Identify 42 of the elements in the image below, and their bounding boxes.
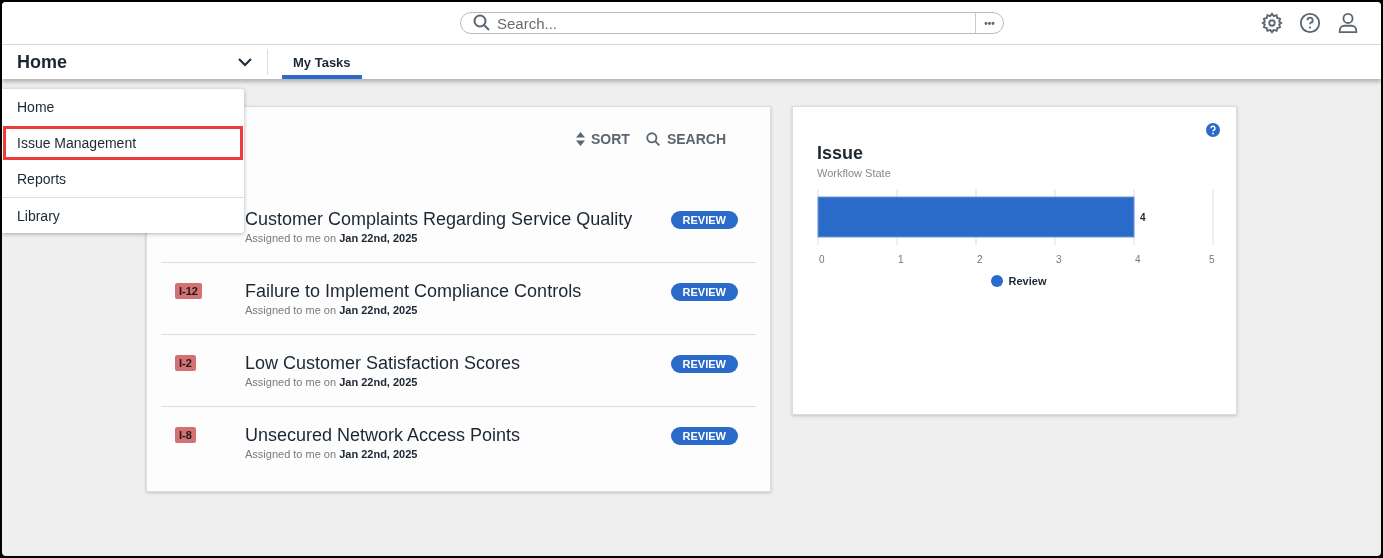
search-icon (645, 131, 661, 147)
task-title[interactable]: Low Customer Satisfaction Scores (245, 353, 671, 373)
axis-tick-label: 5 (1209, 254, 1215, 265)
menu-item[interactable]: Issue Management (2, 125, 244, 161)
chart-subtitle: Workflow State (817, 167, 892, 179)
menu-item[interactable]: Home (2, 89, 244, 125)
menu-item[interactable]: Reports (2, 161, 244, 197)
chart-title: Issue (817, 143, 865, 164)
issue-id: I-2 (175, 355, 196, 371)
more-button[interactable]: ••• (975, 13, 1003, 33)
axis-tick-label: 4 (1135, 254, 1141, 265)
axis-tick-label: 1 (898, 254, 904, 265)
sort-icon (576, 132, 585, 146)
tab[interactable]: My Tasks (282, 45, 362, 79)
search-button[interactable]: SEARCH (645, 131, 726, 147)
data-label: 4 (1140, 212, 1146, 223)
settings-icon[interactable] (1261, 12, 1283, 34)
help-icon[interactable] (1206, 123, 1220, 137)
axis-tick-label: 2 (977, 254, 983, 265)
issue-id: I-12 (175, 283, 202, 299)
issue-id: I-8 (175, 427, 196, 443)
status-tag[interactable]: REVIEW (670, 355, 738, 373)
user-icon[interactable] (1337, 12, 1359, 34)
assigned-date: Assigned to me on Jan 22nd, 2025 (245, 376, 419, 388)
search-icon (473, 14, 491, 32)
assigned-date: Assigned to me on Jan 22nd, 2025 (245, 232, 419, 244)
legend-label: Review (1008, 275, 1047, 287)
axis-tick-label: 0 (819, 254, 825, 265)
task-title[interactable]: Failure to Implement Compliance Controls (245, 281, 671, 301)
status-tag[interactable]: REVIEW (670, 283, 738, 301)
sort-button[interactable]: SORT (576, 131, 630, 147)
assigned-date: Assigned to me on Jan 22nd, 2025 (245, 304, 419, 316)
status-tag[interactable]: REVIEW (670, 427, 738, 445)
module-dropdown[interactable]: Home (2, 49, 268, 75)
assigned-date: Assigned to me on Jan 22nd, 2025 (245, 448, 419, 460)
task-title[interactable]: Unsecured Network Access Points (245, 425, 671, 445)
task-title[interactable]: Customer Complaints Regarding Service Quality (245, 209, 671, 229)
help-icon[interactable] (1299, 12, 1321, 34)
menu-item[interactable]: Library (2, 197, 244, 233)
axis-tick-label: 3 (1056, 254, 1062, 265)
chevron-down-icon (238, 57, 252, 67)
status-tag[interactable]: REVIEW (670, 211, 738, 229)
